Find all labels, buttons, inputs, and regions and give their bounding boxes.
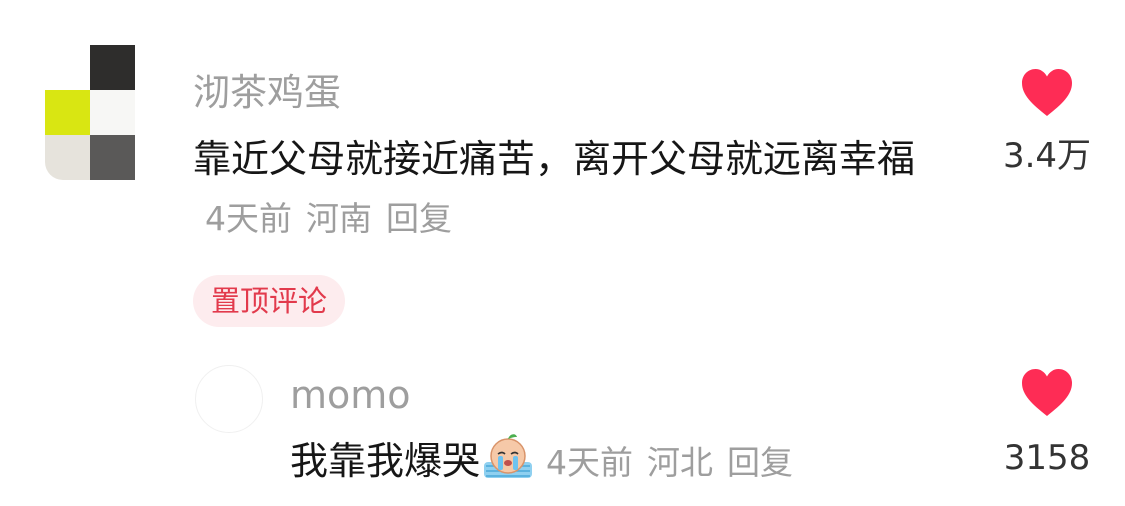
like-button[interactable]: 3.4万 (992, 68, 1102, 178)
heart-icon[interactable] (1020, 368, 1074, 418)
reply-button[interactable]: 回复 (386, 199, 452, 238)
comment-username[interactable]: 沏茶鸡蛋 (193, 68, 341, 118)
comment-location: 河南 (306, 199, 372, 238)
comment-body: 靠近父母就接近痛苦，离开父母就远离幸福 (193, 137, 916, 181)
reply-time: 4天前 (546, 443, 634, 482)
reply-username[interactable]: momo (290, 370, 411, 420)
reply-body: 我靠我爆哭 (290, 439, 481, 483)
heart-icon[interactable] (1020, 68, 1074, 118)
avatar-tile (45, 135, 90, 180)
comment-meta: 4天前 河南 回复 (205, 199, 452, 238)
comment-time: 4天前 (205, 199, 292, 238)
reply-avatar[interactable] (195, 365, 263, 433)
comment-text: 靠近父母就接近痛苦，离开父母就远离幸福 4天前 河南 回复 (193, 130, 953, 248)
avatar-tile (45, 90, 90, 135)
reply-meta: 4天前 河北 回复 (546, 443, 793, 482)
avatar[interactable] (45, 45, 135, 180)
reply-like-count: 3158 (1003, 438, 1091, 478)
avatar-tile (90, 45, 135, 90)
crying-face-icon (484, 434, 533, 478)
like-count: 3.4万 (1002, 136, 1092, 176)
avatar-tile (90, 90, 135, 135)
reply-location: 河北 (647, 443, 714, 482)
reply-text: 我靠我爆哭 4天前 河北 回复 (290, 432, 793, 492)
avatar-tile (90, 135, 135, 180)
reply-reply-button[interactable]: 回复 (727, 443, 793, 482)
reply-like-button[interactable]: 3158 (992, 368, 1102, 480)
pinned-badge: 置顶评论 (193, 275, 345, 327)
